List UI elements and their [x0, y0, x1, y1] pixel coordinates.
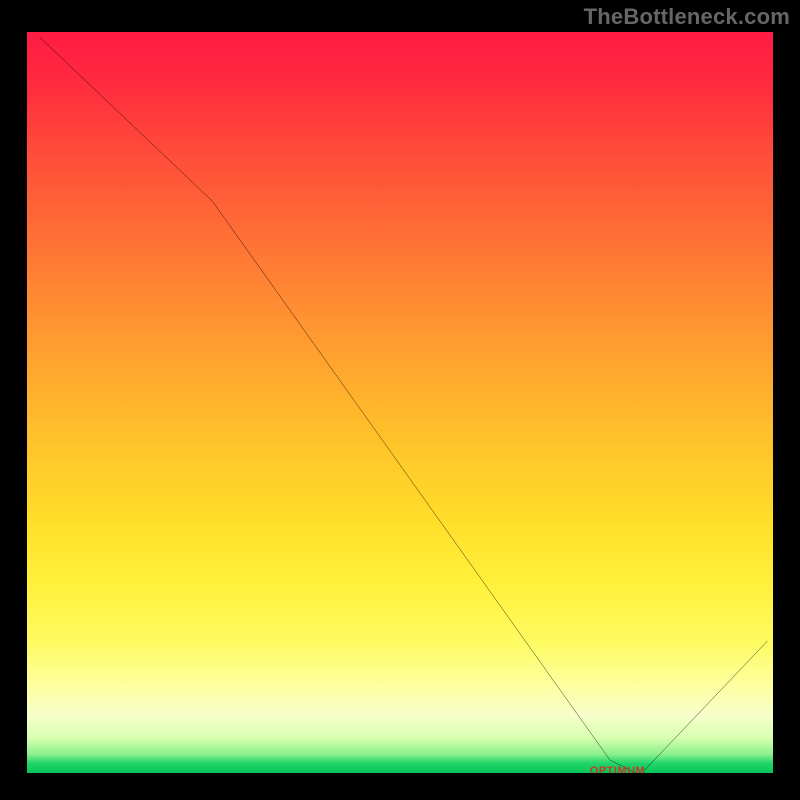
- watermark-text: TheBottleneck.com: [584, 4, 790, 30]
- plot-gradient-bg: [25, 30, 775, 775]
- plot-area: OPTIMUM: [25, 30, 775, 775]
- chart-frame: TheBottleneck.com OPTIMUM: [0, 0, 800, 800]
- axis-border-right: [773, 30, 775, 775]
- axis-border-left: [25, 30, 27, 775]
- axis-border-bottom: [25, 773, 775, 775]
- axis-border-top: [25, 30, 775, 32]
